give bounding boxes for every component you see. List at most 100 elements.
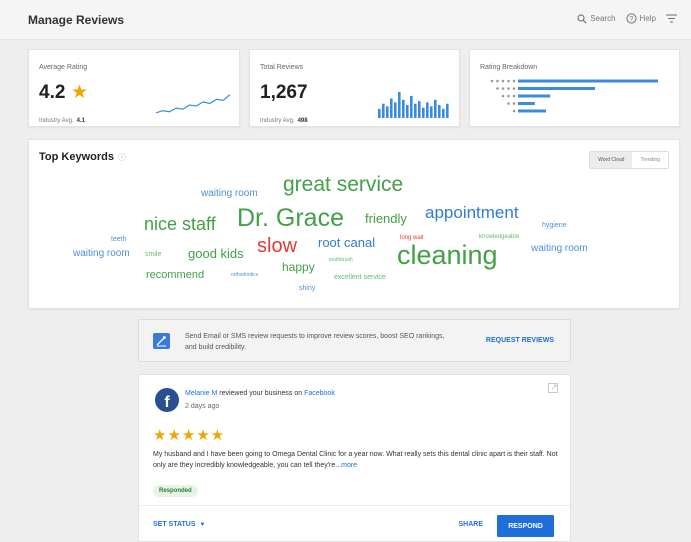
keyword[interactable]: nice staff: [144, 215, 216, 233]
keyword[interactable]: great service: [283, 174, 403, 195]
share-button[interactable]: SHARE: [458, 521, 483, 528]
external-link-icon[interactable]: [548, 383, 558, 393]
rating-breakdown-label: Rating Breakdown: [480, 64, 538, 71]
star-dot: [512, 94, 516, 98]
star-dot: [496, 79, 499, 83]
review-count-bar: [442, 108, 445, 118]
platform-link[interactable]: Facebook: [304, 390, 335, 397]
keyword[interactable]: cleaning: [397, 242, 498, 269]
chevron-down-icon: ▼: [199, 521, 206, 528]
review-count-bar: [402, 99, 405, 118]
rating-breakdown-bar: [518, 79, 658, 83]
star-dot: [512, 79, 516, 83]
top-keywords-card: Top Keywords ⓘ Word Cloud Trending great…: [28, 139, 680, 309]
keyword[interactable]: recommend: [146, 270, 204, 281]
keyword[interactable]: Dr. Grace: [237, 206, 344, 231]
star-icon: ★: [71, 82, 89, 103]
help-label: Help: [639, 14, 656, 23]
review-request-banner: Send Email or SMS review requests to imp…: [138, 319, 571, 362]
rating-trend-sparkline: [155, 94, 231, 114]
search-button[interactable]: Search: [577, 13, 616, 24]
star-dot: [512, 102, 516, 105]
review-request-icon: [153, 333, 170, 349]
help-button[interactable]: ? Help: [625, 13, 656, 24]
review-count-bar: [386, 106, 389, 118]
keyword[interactable]: happy: [282, 261, 315, 273]
status-badge: Responded: [153, 485, 198, 497]
total-reviews-label: Total Reviews: [260, 64, 304, 71]
review-count-bar: [434, 99, 437, 118]
rating-breakdown-bar: [518, 109, 546, 113]
request-reviews-button[interactable]: REQUEST REVIEWS: [486, 337, 554, 344]
keyword[interactable]: smile: [145, 251, 161, 258]
keyword[interactable]: toothbrush: [329, 258, 353, 263]
star-dot: [512, 87, 516, 90]
word-cloud-tab[interactable]: Word Cloud: [590, 152, 633, 168]
average-rating-value: 4.2: [39, 82, 66, 103]
review-count-bar: [426, 102, 429, 118]
review-count-bar: [410, 95, 413, 118]
info-icon[interactable]: ⓘ: [118, 152, 126, 163]
star-dot: [507, 102, 510, 105]
keyword[interactable]: appointment: [425, 204, 519, 221]
star-dot: [507, 79, 510, 83]
review-count-bar: [394, 102, 397, 118]
keyword[interactable]: waiting room: [73, 249, 130, 259]
search-label: Search: [590, 14, 616, 23]
keyword[interactable]: good kids: [188, 247, 244, 260]
filter-icon[interactable]: [666, 14, 677, 23]
review-count-bar: [414, 103, 417, 118]
review-date: 2 days ago: [185, 403, 220, 410]
keyword[interactable]: friendly: [365, 212, 407, 225]
help-icon: ?: [625, 13, 637, 24]
review-card: f Melanie M reviewed your business on Fa…: [138, 374, 571, 542]
review-count-bar: [382, 103, 385, 118]
respond-button[interactable]: RESPOND: [497, 515, 554, 537]
review-count-bar: [446, 103, 449, 118]
keyword[interactable]: root canal: [318, 236, 375, 249]
review-count-bar: [438, 105, 441, 118]
top-keywords-title: Top Keywords ⓘ: [39, 151, 126, 163]
review-count-bar: [390, 98, 393, 118]
rating-breakdown-card: Rating Breakdown: [469, 49, 680, 127]
review-count-bar: [406, 105, 409, 118]
header-actions: Search ? Help: [577, 13, 677, 24]
total-reviews-card: Total Reviews 1,267 Industry Avg. 498: [249, 49, 460, 127]
star-dot: [501, 87, 505, 90]
star-dot: [501, 79, 505, 83]
review-count-bar: [378, 108, 381, 118]
view-toggle: Word Cloud Trending: [589, 151, 669, 169]
review-actions: SET STATUS ▼ SHARE RESPOND: [139, 505, 570, 542]
review-request-text: Send Email or SMS review requests to imp…: [185, 333, 445, 351]
keyword[interactable]: orthodontics: [231, 273, 258, 278]
rating-breakdown-bar: [518, 102, 535, 105]
total-reviews-value: 1,267: [260, 82, 308, 103]
facebook-icon: f: [155, 388, 179, 412]
review-count-bar: [422, 107, 425, 118]
trend-line: [155, 94, 231, 114]
top-bar: Manage Reviews Search ? Help: [0, 0, 691, 40]
star-dot: [490, 79, 494, 83]
industry-average: Industry Avg. 498: [260, 118, 308, 124]
keyword[interactable]: excellent service: [334, 274, 386, 281]
review-text: My husband and I have been going to Omeg…: [153, 451, 558, 469]
keyword[interactable]: waiting room: [531, 244, 588, 254]
trending-tab[interactable]: Trending: [632, 152, 668, 168]
star-dot: [507, 87, 510, 90]
keyword[interactable]: hygiene: [542, 222, 567, 229]
more-link[interactable]: more: [341, 462, 357, 469]
review-count-bar: [430, 106, 433, 118]
average-rating-card: Average Rating 4.2 ★ Industry Avg. 4.1: [28, 49, 240, 127]
rating-breakdown-bars: [490, 79, 658, 113]
star-dot: [496, 87, 499, 90]
keyword[interactable]: slow: [257, 236, 297, 256]
rating-breakdown-bar: [518, 87, 595, 90]
keyword[interactable]: waiting room: [201, 189, 258, 199]
reviewer-name[interactable]: Melanie M: [185, 390, 217, 397]
page-title: Manage Reviews: [28, 13, 125, 27]
industry-average: Industry Avg. 4.1: [39, 118, 85, 124]
keyword[interactable]: teeth: [111, 236, 127, 243]
set-status-dropdown[interactable]: SET STATUS ▼: [153, 521, 205, 528]
star-dot: [501, 94, 505, 98]
keyword[interactable]: shiny: [299, 285, 315, 292]
